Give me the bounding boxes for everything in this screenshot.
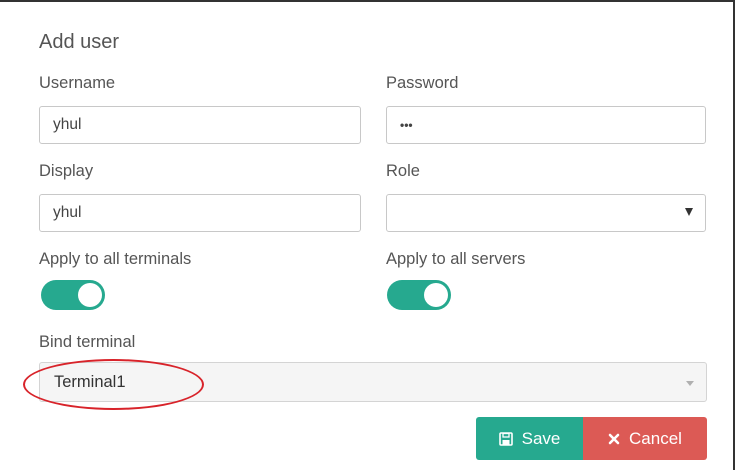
save-button[interactable]: Save <box>476 417 583 460</box>
x-icon <box>608 433 620 445</box>
password-input[interactable]: ••• <box>386 106 706 144</box>
toggle-knob <box>78 283 102 307</box>
username-label: Username <box>39 74 116 92</box>
bind-terminal-label: Bind terminal <box>39 333 136 351</box>
dialog-title: Add user <box>39 31 120 53</box>
apply-servers-label: Apply to all servers <box>386 250 526 268</box>
password-label: Password <box>386 74 459 92</box>
toggle-knob <box>424 283 448 307</box>
role-label: Role <box>386 162 420 180</box>
display-label: Display <box>39 162 94 180</box>
username-input[interactable] <box>39 106 361 144</box>
floppy-disk-icon <box>498 431 513 446</box>
caret-down-icon <box>686 381 694 386</box>
role-select[interactable] <box>386 194 706 232</box>
caret-down-icon <box>685 208 693 216</box>
apply-terminals-label: Apply to all terminals <box>39 250 192 268</box>
save-button-label: Save <box>521 428 561 448</box>
bind-terminal-value: Terminal1 <box>54 373 126 391</box>
display-input[interactable] <box>39 194 361 232</box>
cancel-button-label: Cancel <box>629 428 682 448</box>
apply-terminals-toggle[interactable] <box>41 280 105 310</box>
cancel-button[interactable]: Cancel <box>583 417 707 460</box>
add-user-dialog: Add user Username Password ••• Display R… <box>0 0 735 470</box>
apply-servers-toggle[interactable] <box>387 280 451 310</box>
bind-terminal-select[interactable]: Terminal1 <box>39 362 707 402</box>
